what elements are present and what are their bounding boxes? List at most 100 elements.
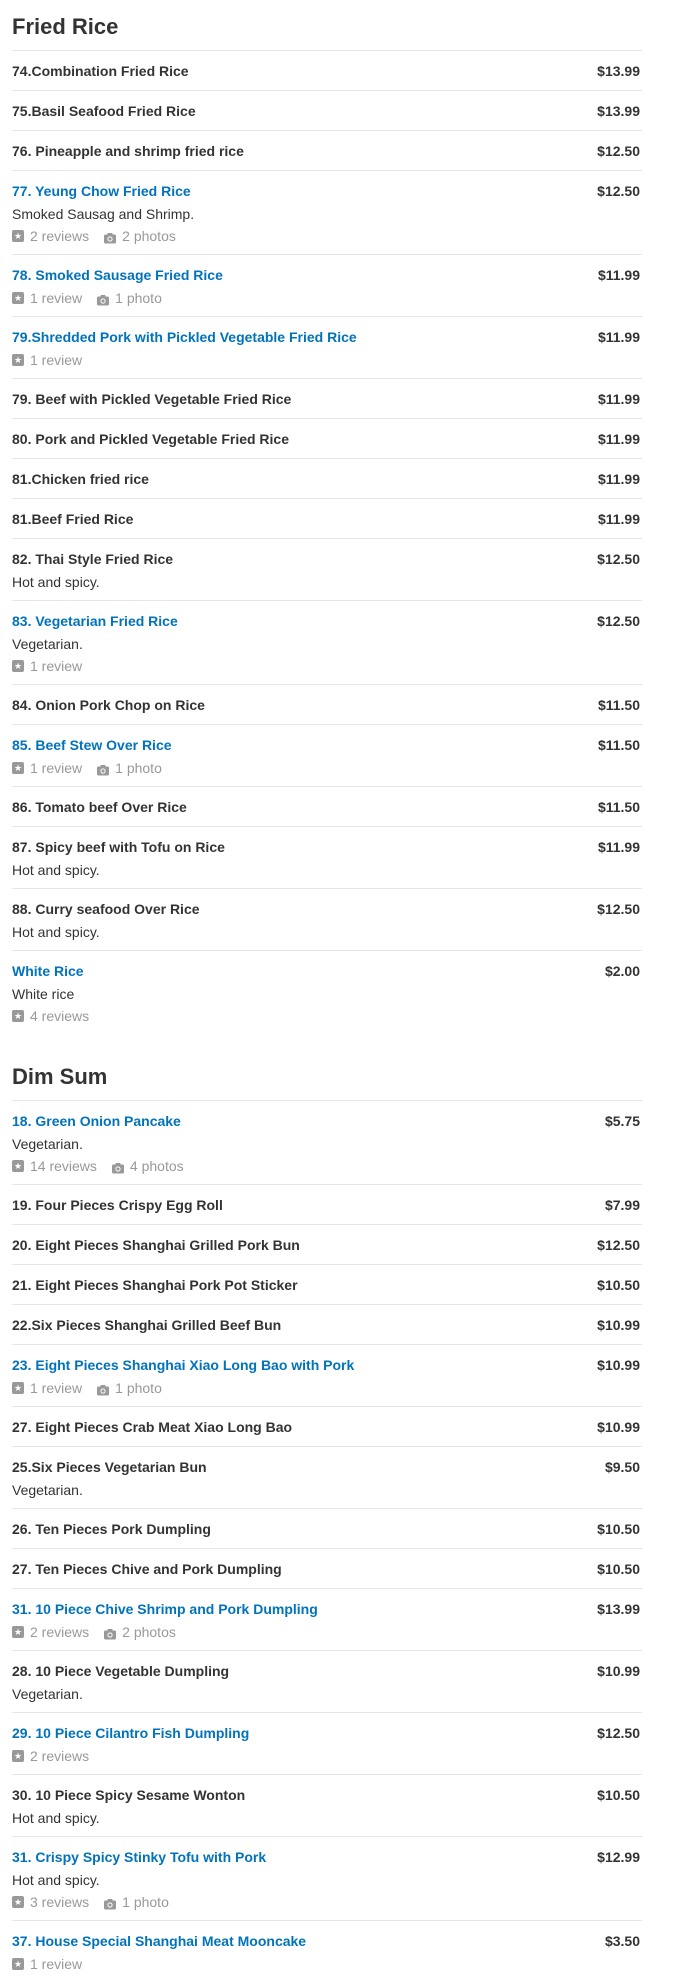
photos-link[interactable]: 2 photos (103, 1621, 176, 1643)
menu-item-header: 30. 10 Piece Spicy Sesame Wonton $10.50 (12, 1783, 642, 1807)
menu-item-name: 81.Chicken fried rice (12, 471, 149, 487)
menu-item-meta: 1 review (12, 349, 642, 371)
menu-item: 29. 10 Piece Cilantro Fish Dumpling $12.5… (12, 1712, 642, 1774)
reviews-link[interactable]: 1 review (12, 349, 82, 371)
photos-link[interactable]: 1 photo (103, 1891, 169, 1913)
reviews-link[interactable]: 3 reviews (12, 1891, 89, 1913)
menu-item-header: 76. Pineapple and shrimp fried rice $12.5… (12, 139, 642, 163)
menu-item-price: $10.99 (597, 1357, 640, 1373)
menu-item-price: $11.99 (597, 431, 640, 447)
menu-item-meta: 2 reviews (12, 1745, 642, 1767)
menu-item: 83. Vegetarian Fried Rice $12.50 Vegetaria… (12, 600, 642, 684)
reviews-link[interactable]: 1 review (12, 1953, 82, 1975)
menu-item: 21. Eight Pieces Shanghai Pork Pot Stick… (12, 1264, 642, 1304)
menu-item-link[interactable]: 83. Vegetarian Fried Rice (12, 609, 178, 633)
reviews-count: 1 review (30, 760, 83, 776)
menu-item-name: 22.Six Pieces Shanghai Grilled Beef Bun (12, 1317, 282, 1333)
menu-item-header: 79.Shredded Pork with Pickled Vegetable … (12, 325, 642, 349)
menu-item: 78. Smoked Sausage Fried Rice $11.99 1 rev… (12, 254, 642, 316)
menu-item-header: 20. Eight Pieces Shanghai Grilled Pork B… (12, 1233, 642, 1257)
photos-link[interactable]: 1 photo (96, 1377, 162, 1399)
reviews-link[interactable]: 2 reviews (12, 1621, 89, 1643)
menu-item: 85. Beef Stew Over Rice $11.50 1 review 1 p… (12, 724, 642, 786)
menu-item-meta: 4 reviews (12, 1005, 642, 1027)
menu-item-link[interactable]: 31. 10 Piece Chive Shrimp and Pork Dumpl… (12, 1597, 318, 1621)
menu-item-name: 27. Ten Pieces Chive and Pork Dumpling (12, 1561, 282, 1577)
menu-item: 27. Eight Pieces Crab Meat Xiao Long Bao… (12, 1406, 642, 1446)
menu-item-link[interactable]: White Rice (12, 959, 84, 983)
menu-item: 25.Six Pieces Vegetarian Bun $9.50 Vegetar… (12, 1446, 642, 1508)
camera-icon (103, 1625, 117, 1640)
photos-link[interactable]: 1 photo (96, 287, 162, 309)
menu-item-link[interactable]: 77. Yeung Chow Fried Rice (12, 179, 191, 203)
photos-count: 1 photo (115, 290, 162, 306)
reviews-link[interactable]: 1 review (12, 757, 82, 779)
reviews-count: 14 reviews (30, 1158, 97, 1174)
menu-item-header: 82. Thai Style Fried Rice $12.50 (12, 547, 642, 571)
menu-item: 37. House Special Shanghai Meat Mooncake… (12, 1920, 642, 1982)
section-title: Dim Sum (12, 1064, 108, 1089)
menu-item-price: $11.99 (597, 471, 640, 487)
menu-item: 81.Chicken fried rice $11.99 (12, 458, 642, 498)
menu-item-link[interactable]: 78. Smoked Sausage Fried Rice (12, 263, 223, 287)
menu-item-header: 31. 10 Piece Chive Shrimp and Pork Dumpl… (12, 1597, 642, 1621)
menu-item-header: 74.Combination Fried Rice $13.99 (12, 59, 642, 83)
menu-item-link[interactable]: 23. Eight Pieces Shanghai Xiao Long Bao … (12, 1353, 354, 1377)
menu-item-link[interactable]: 79.Shredded Pork with Pickled Vegetable … (12, 325, 357, 349)
menu-item-link[interactable]: 85. Beef Stew Over Rice (12, 733, 172, 757)
reviews-count: 1 review (30, 658, 83, 674)
menu-item: 87. Spicy beef with Tofu on Rice $11.99 Ho… (12, 826, 642, 888)
star-icon (12, 291, 24, 305)
menu-item-price: $7.99 (604, 1197, 640, 1213)
menu-item-link[interactable]: 29. 10 Piece Cilantro Fish Dumpling (12, 1721, 249, 1745)
reviews-link[interactable]: 1 review (12, 655, 82, 677)
menu-item-price: $11.50 (597, 799, 640, 815)
menu-item-description: Hot and spicy. (12, 574, 100, 590)
menu-item: 19. Four Pieces Crispy Egg Roll $7.99 (12, 1184, 642, 1224)
photos-count: 2 photos (122, 1624, 176, 1640)
menu-item-meta: 1 review 1 photo (12, 757, 642, 779)
reviews-link[interactable]: 1 review (12, 287, 82, 309)
menu-item-price: $12.50 (597, 143, 640, 159)
menu-item-price: $5.75 (604, 1113, 640, 1129)
menu-item-header: 29. 10 Piece Cilantro Fish Dumpling $12.5… (12, 1721, 642, 1745)
reviews-link[interactable]: 2 reviews (12, 225, 89, 247)
camera-icon (96, 761, 110, 776)
menu-item: 20. Eight Pieces Shanghai Grilled Pork B… (12, 1224, 642, 1264)
menu-item: 28. 10 Piece Vegetable Dumpling $10.99 Veg… (12, 1650, 642, 1712)
menu-item: 86. Tomato beef Over Rice $11.50 (12, 786, 642, 826)
photos-link[interactable]: 1 photo (96, 757, 162, 779)
menu-item-price: $11.99 (597, 511, 640, 527)
menu-item-header: 88. Curry seafood Over Rice $12.50 (12, 897, 642, 921)
reviews-link[interactable]: 1 review (12, 1377, 82, 1399)
reviews-link[interactable]: 2 reviews (12, 1745, 89, 1767)
menu-item-header: 84. Onion Pork Chop on Rice $11.50 (12, 693, 642, 717)
menu-item: 80. Pork and Pickled Vegetable Fried Ric… (12, 418, 642, 458)
reviews-link[interactable]: 4 reviews (12, 1005, 89, 1027)
menu-item-header: 37. House Special Shanghai Meat Mooncake… (12, 1929, 642, 1953)
menu-item-name: 75.Basil Seafood Fried Rice (12, 103, 196, 119)
menu-item-header: 81.Beef Fried Rice $11.99 (12, 507, 642, 531)
menu-item: 22.Six Pieces Shanghai Grilled Beef Bun $… (12, 1304, 642, 1344)
menu-item-price: $11.99 (597, 839, 640, 855)
photos-link[interactable]: 2 photos (103, 225, 176, 247)
menu-item: 23. Eight Pieces Shanghai Xiao Long Bao … (12, 1344, 642, 1406)
menu-item-price: $13.99 (597, 63, 640, 79)
menu-item-link[interactable]: 31. Crispy Spicy Stinky Tofu with Pork (12, 1845, 266, 1869)
reviews-link[interactable]: 14 reviews (12, 1155, 97, 1177)
menu-item-header: 26. Ten Pieces Pork Dumpling $10.50 (12, 1517, 642, 1541)
menu-item-link[interactable]: 37. House Special Shanghai Meat Mooncake (12, 1929, 306, 1953)
reviews-count: 2 reviews (30, 1624, 90, 1640)
menu-item-name: 25.Six Pieces Vegetarian Bun (12, 1459, 207, 1475)
menu-item: White Rice $2.00 White rice 4 reviews (12, 950, 642, 1034)
menu-item-name: 88. Curry seafood Over Rice (12, 901, 200, 917)
menu-item: 30. 10 Piece Spicy Sesame Wonton $10.50 Ho… (12, 1774, 642, 1836)
menu-item-header: 28. 10 Piece Vegetable Dumpling $10.99 (12, 1659, 642, 1683)
photos-link[interactable]: 4 photos (111, 1155, 184, 1177)
menu-item-header: 81.Chicken fried rice $11.99 (12, 467, 642, 491)
menu-item-description: Hot and spicy. (12, 1872, 100, 1888)
menu-item-name: 79. Beef with Pickled Vegetable Fried Ri… (12, 391, 292, 407)
menu-item-price: $11.50 (597, 697, 640, 713)
menu-item: 76. Pineapple and shrimp fried rice $12.5… (12, 130, 642, 170)
menu-item-link[interactable]: 18. Green Onion Pancake (12, 1109, 181, 1133)
